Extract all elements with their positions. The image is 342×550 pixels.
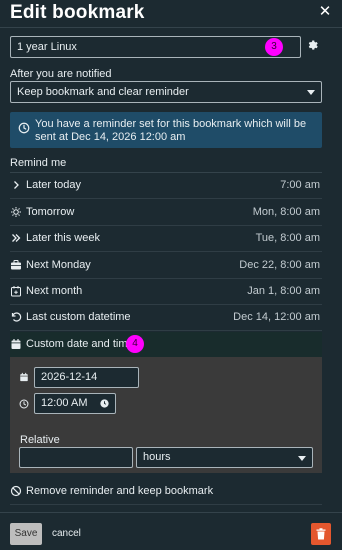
close-icon[interactable]: ✕	[318, 4, 332, 20]
remind-option-time: Dec 22, 8:00 am	[239, 259, 320, 271]
sun-icon	[10, 206, 22, 218]
briefcase-icon	[10, 259, 22, 271]
reminder-info-text: You have a reminder set for this bookmar…	[35, 118, 307, 143]
relative-unit-select[interactable]: hours	[136, 447, 313, 468]
remind-option-next-month[interactable]: Next month Jan 1, 8:00 am	[10, 279, 322, 305]
time-input[interactable]: 12:00 AM	[34, 393, 116, 414]
calendar-icon	[19, 372, 29, 382]
remind-option-label: Next Monday	[26, 259, 91, 271]
chevron-down-icon	[298, 456, 306, 461]
cancel-link[interactable]: cancel	[52, 528, 81, 539]
remind-option-time: 7:00 am	[280, 179, 320, 191]
remind-option-label: Custom date and time	[26, 338, 134, 350]
clock-icon	[18, 122, 30, 134]
remind-option-last-custom[interactable]: Last custom datetime Dec 14, 12:00 am	[10, 305, 322, 331]
notify-label: After you are notified	[10, 68, 112, 80]
trash-icon	[316, 528, 326, 540]
chevron-down-icon	[307, 90, 315, 95]
remove-reminder-label: Remove reminder and keep bookmark	[26, 485, 214, 497]
remind-option-time: Mon, 8:00 am	[252, 206, 320, 218]
remove-reminder-button[interactable]: Remove reminder and keep bookmark	[10, 479, 322, 505]
ban-icon	[10, 485, 22, 497]
edit-bookmark-modal: Edit bookmark ✕ 1 year Linux 3 After you…	[0, 0, 342, 550]
remind-option-label: Last custom datetime	[26, 311, 131, 323]
modal-header: Edit bookmark ✕	[10, 2, 332, 24]
footer-divider	[0, 512, 342, 513]
save-button[interactable]: Save	[10, 523, 42, 545]
remind-me-label: Remind me	[10, 157, 67, 169]
callout-badge-4: 4	[126, 335, 144, 353]
remind-option-label: Later this week	[26, 232, 100, 244]
clock-icon	[100, 399, 109, 408]
remind-option-time: Dec 14, 12:00 am	[233, 311, 320, 323]
remind-option-custom[interactable]: Custom date and time	[10, 332, 322, 358]
remind-option-tomorrow[interactable]: Tomorrow Mon, 8:00 am	[10, 200, 322, 226]
bookmark-name-input[interactable]: 1 year Linux	[10, 36, 301, 58]
chevron-right-icon	[10, 179, 22, 191]
notify-select[interactable]: Keep bookmark and clear reminder	[10, 81, 322, 103]
undo-icon	[10, 311, 22, 323]
calendar-icon	[10, 338, 22, 350]
custom-datetime-panel: 2026-12-14 12:00 AM Relative hours	[10, 357, 322, 473]
gear-icon[interactable]	[306, 39, 322, 55]
remind-option-time: Tue, 8:00 am	[255, 232, 320, 244]
reminder-info-banner: You have a reminder set for this bookmar…	[10, 112, 322, 148]
remind-option-later-today[interactable]: Later today 7:00 am	[10, 173, 322, 199]
notify-selected-value: Keep bookmark and clear reminder	[17, 86, 189, 98]
remind-option-label: Next month	[26, 285, 83, 297]
date-input[interactable]: 2026-12-14	[34, 367, 139, 388]
remind-option-label: Tomorrow	[26, 206, 75, 218]
remind-option-label: Later today	[26, 179, 82, 191]
remind-option-next-monday[interactable]: Next Monday Dec 22, 8:00 am	[10, 253, 322, 279]
callout-badge-3: 3	[265, 38, 283, 56]
header-divider	[0, 27, 342, 28]
calendar-plus-icon	[10, 285, 22, 297]
relative-unit-value: hours	[143, 451, 171, 463]
remind-option-time: Jan 1, 8:00 am	[247, 285, 320, 297]
modal-title: Edit bookmark	[10, 2, 145, 23]
clock-icon	[19, 399, 29, 409]
delete-button[interactable]	[311, 523, 331, 545]
remind-option-later-this-week[interactable]: Later this week Tue, 8:00 am	[10, 226, 322, 252]
relative-label: Relative	[20, 434, 60, 446]
time-value: 12:00 AM	[41, 397, 88, 409]
relative-amount-input[interactable]	[19, 447, 133, 468]
double-chevron-icon	[10, 232, 22, 244]
